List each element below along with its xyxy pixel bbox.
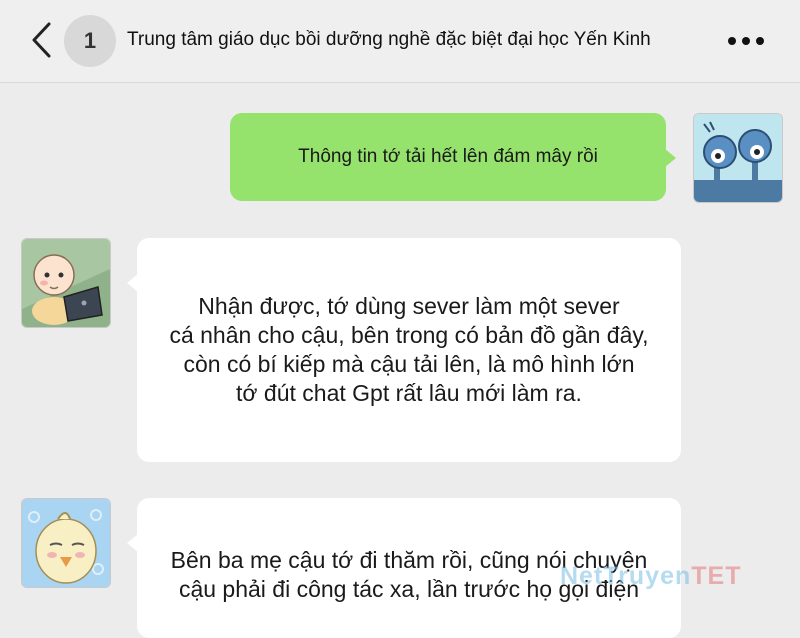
sent-message-bubble[interactable]: Thông tin tớ tải hết lên đám mây rồi (230, 113, 676, 201)
more-dot-icon (756, 37, 764, 45)
message-text: Thông tin tớ tải hết lên đám mây rồi (298, 146, 598, 167)
unread-count-badge[interactable]: 1 (64, 15, 116, 67)
watermark: NetTruyenTET (560, 562, 741, 591)
message-line: tớ đút chat Gpt rất lâu mới làm ra. (236, 380, 582, 406)
chevron-left-icon (32, 22, 51, 58)
baby-laptop-avatar[interactable] (21, 238, 111, 328)
message-line: cá nhân cho cậu, bên trong có bản đồ gần… (169, 322, 649, 348)
received-message-bubble[interactable]: Nhận được, tớ dùng sever làm một sever c… (127, 238, 681, 462)
more-dot-icon (742, 37, 750, 45)
more-options-button[interactable] (722, 24, 770, 58)
more-dot-icon (728, 37, 736, 45)
chat-header: 1 Trung tâm giáo dục bồi dưỡng nghề đặc … (0, 0, 800, 83)
message-line: còn có bí kiếp mà cậu tải lên, là mô hìn… (183, 351, 635, 377)
robot-avatar[interactable] (693, 113, 783, 203)
message-line: Nhận được, tớ dùng sever làm một sever (198, 293, 620, 319)
watermark-part: NetTruyen (560, 562, 692, 590)
back-button[interactable] (24, 20, 58, 60)
chick-avatar[interactable] (21, 498, 111, 588)
chat-title: Trung tâm giáo dục bồi dưỡng nghề đặc bi… (127, 29, 651, 50)
watermark-part: TET (691, 562, 742, 590)
